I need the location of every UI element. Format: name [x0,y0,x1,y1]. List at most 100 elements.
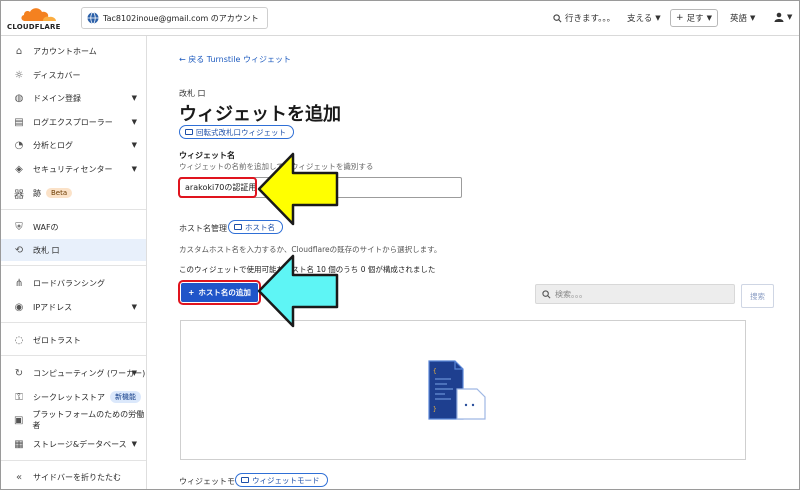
sidebar-item-label: 分析とログ [33,140,73,150]
sidebar-item-zero-trust[interactable]: ◌ ゼロトラスト [1,329,146,351]
globe-icon: ◍ [14,92,24,104]
hostname-list-empty-state: { } [180,320,746,460]
compute-icon: ↻ [14,367,24,379]
sidebar-item-label: コンピューティング (ワーカー) [33,368,146,378]
user-icon [774,12,784,22]
widget-mode-docs-label: ウィジェットモード [252,475,320,485]
sidebar-item-turnstile[interactable]: ⟲ 改札 口 [1,239,146,261]
global-search[interactable]: 行きます。。。 [553,12,615,24]
sidebar-item-analytics[interactable]: ◔ 分析とログ ▼ [1,134,146,156]
top-bar: CLOUDFLARE Tac8102inoue@gmail.com のアカウント… [1,1,799,36]
caret-down-icon: ▼ [131,165,137,173]
caret-down-icon: ▼ [131,141,137,149]
sidebar-item-ip-addresses[interactable]: ◉ IPアドレス ▼ [1,296,146,318]
caret-down-icon: ▼ [131,94,137,102]
zero-trust-icon: ◌ [14,334,24,346]
widget-name-label: ウィジェット名 [179,151,235,160]
sidebar-item-label: プラットフォームのための労働者 [32,410,145,430]
network-icon: ⋔ [14,277,24,289]
caret-down-icon: ▼ [131,369,137,377]
caret-down-icon: ▼ [131,118,137,126]
page-eyebrow: 改札 口 [179,89,206,98]
sidebar-item-discover[interactable]: ☼ ディスカバー [1,64,146,86]
docs-icon [185,129,193,135]
language-menu[interactable]: 英語 ▼ [730,12,755,24]
annotation-highlight-box [178,280,261,305]
sidebar-item-label: ドメイン登録 [33,93,81,103]
cyan-annotation-arrow-icon [257,254,339,328]
log-icon: ▤ [14,116,24,128]
sidebar-divider [1,322,146,323]
clock-icon: ◔ [14,139,24,151]
sidebar-item-domain-registration[interactable]: ◍ ドメイン登録 ▼ [1,87,146,109]
hostname-search-input[interactable]: 検索。。。 [535,284,735,304]
search-button[interactable]: 捜索 [741,284,774,308]
turnstile-icon: ⟲ [14,244,24,256]
docs-icon [241,477,249,483]
docs-button[interactable]: 回転式改札口ウィジェット [179,125,294,139]
sidebar-divider [1,265,146,266]
empty-document-illustration-icon: { } [428,360,486,420]
sidebar-item-label: ディスカバー [33,70,81,80]
caret-down-icon: ▼ [131,440,137,448]
caret-down-icon: ▼ [655,14,661,22]
cloudflare-logo[interactable]: CLOUDFLARE [7,5,71,33]
beta-badge: Beta [46,188,73,198]
back-link[interactable]: ← 戻る Turnstile ウィジェット [179,54,291,65]
lightbulb-icon: ☼ [14,69,24,81]
new-badge: 新機能 [110,391,141,403]
sidebar-item-compute[interactable]: ↻ コンピューティング (ワーカー) ▼ [1,362,146,384]
sidebar-item-label: ログエクスプローラー [33,117,113,127]
sidebar-item-security-center[interactable]: ◈ セキュリティセンター ▼ [1,158,146,180]
page-title: ウィジェットを追加 [179,104,341,125]
support-label: 支える [627,14,653,24]
cloud-icon [21,8,56,21]
sidebar-divider [1,460,146,461]
sidebar-item-label: 跡 [33,188,41,198]
svg-text:{: { [433,368,437,375]
support-menu[interactable]: 支える ▼ [627,12,661,24]
sidebar-item-log-explorer[interactable]: ▤ ログエクスプローラー ▼ [1,111,146,133]
caret-down-icon: ▼ [706,14,712,22]
search-icon [553,13,562,22]
add-label: 足す [686,14,704,24]
sidebar-divider [1,209,146,210]
main-content: ← 戻る Turnstile ウィジェット 改札 口 ウィジェットを追加 回転式… [147,36,799,489]
docs-icon [234,224,242,230]
sidebar-item-label: アカウントホーム [33,46,97,56]
sidebar: ⌂ アカウントホーム ☼ ディスカバー ◍ ドメイン登録 ▼ ▤ ログエクスプロ… [1,36,147,489]
tree-icon: 器 [14,189,24,201]
sidebar-item-label: ロードバランシング [33,278,105,288]
home-icon: ⌂ [15,45,23,57]
sidebar-item-label: シークレットストア [33,392,105,402]
sidebar-item-trace[interactable]: 器 跡 Beta [1,182,146,204]
language-label: 英語 [730,14,748,24]
sidebar-item-label: ストレージ&データベース [33,439,127,449]
sidebar-item-account-home[interactable]: ⌂ アカウントホーム [1,40,146,62]
sidebar-collapse-label: サイドバーを折りたたむ [33,472,121,482]
sidebar-item-waf[interactable]: ⛨ WAFの [1,216,146,238]
sidebar-item-load-balancing[interactable]: ⋔ ロードバランシング [1,272,146,294]
hostname-search-placeholder: 検索。。。 [555,289,587,299]
global-search-placeholder: 行きます。。。 [565,14,616,24]
caret-down-icon: ▼ [787,13,793,21]
hostname-management-label: ホスト名管理 [179,224,227,233]
double-chevron-left-icon: « [15,471,23,483]
sidebar-item-secret-store[interactable]: ⚿ シークレットストア 新機能 [1,386,146,408]
sidebar-item-label: ゼロトラスト [33,335,81,345]
sidebar-item-label: WAFの [33,222,59,232]
brand-name: CLOUDFLARE [7,23,61,31]
add-menu-button[interactable]: + 足す ▼ [670,9,718,27]
widget-mode-docs-button[interactable]: ウィジェットモード [235,473,328,487]
sidebar-item-label: IPアドレス [33,302,73,312]
sidebar-item-workers-for-platforms[interactable]: ▣ プラットフォームのための労働者 [1,409,146,431]
sidebar-item-label: 改札 口 [33,245,60,255]
key-icon: ⚿ [15,391,23,403]
account-selector[interactable]: Tac8102inoue@gmail.com のアカウント [81,7,268,29]
shield-icon: ⛨ [15,221,23,233]
database-icon: ▦ [14,438,24,450]
user-menu[interactable]: ▼ [774,12,792,22]
globe-icon [87,12,99,24]
sidebar-item-storage-databases[interactable]: ▦ ストレージ&データベース ▼ [1,433,146,455]
sidebar-collapse-button[interactable]: « サイドバーを折りたたむ [1,466,146,488]
